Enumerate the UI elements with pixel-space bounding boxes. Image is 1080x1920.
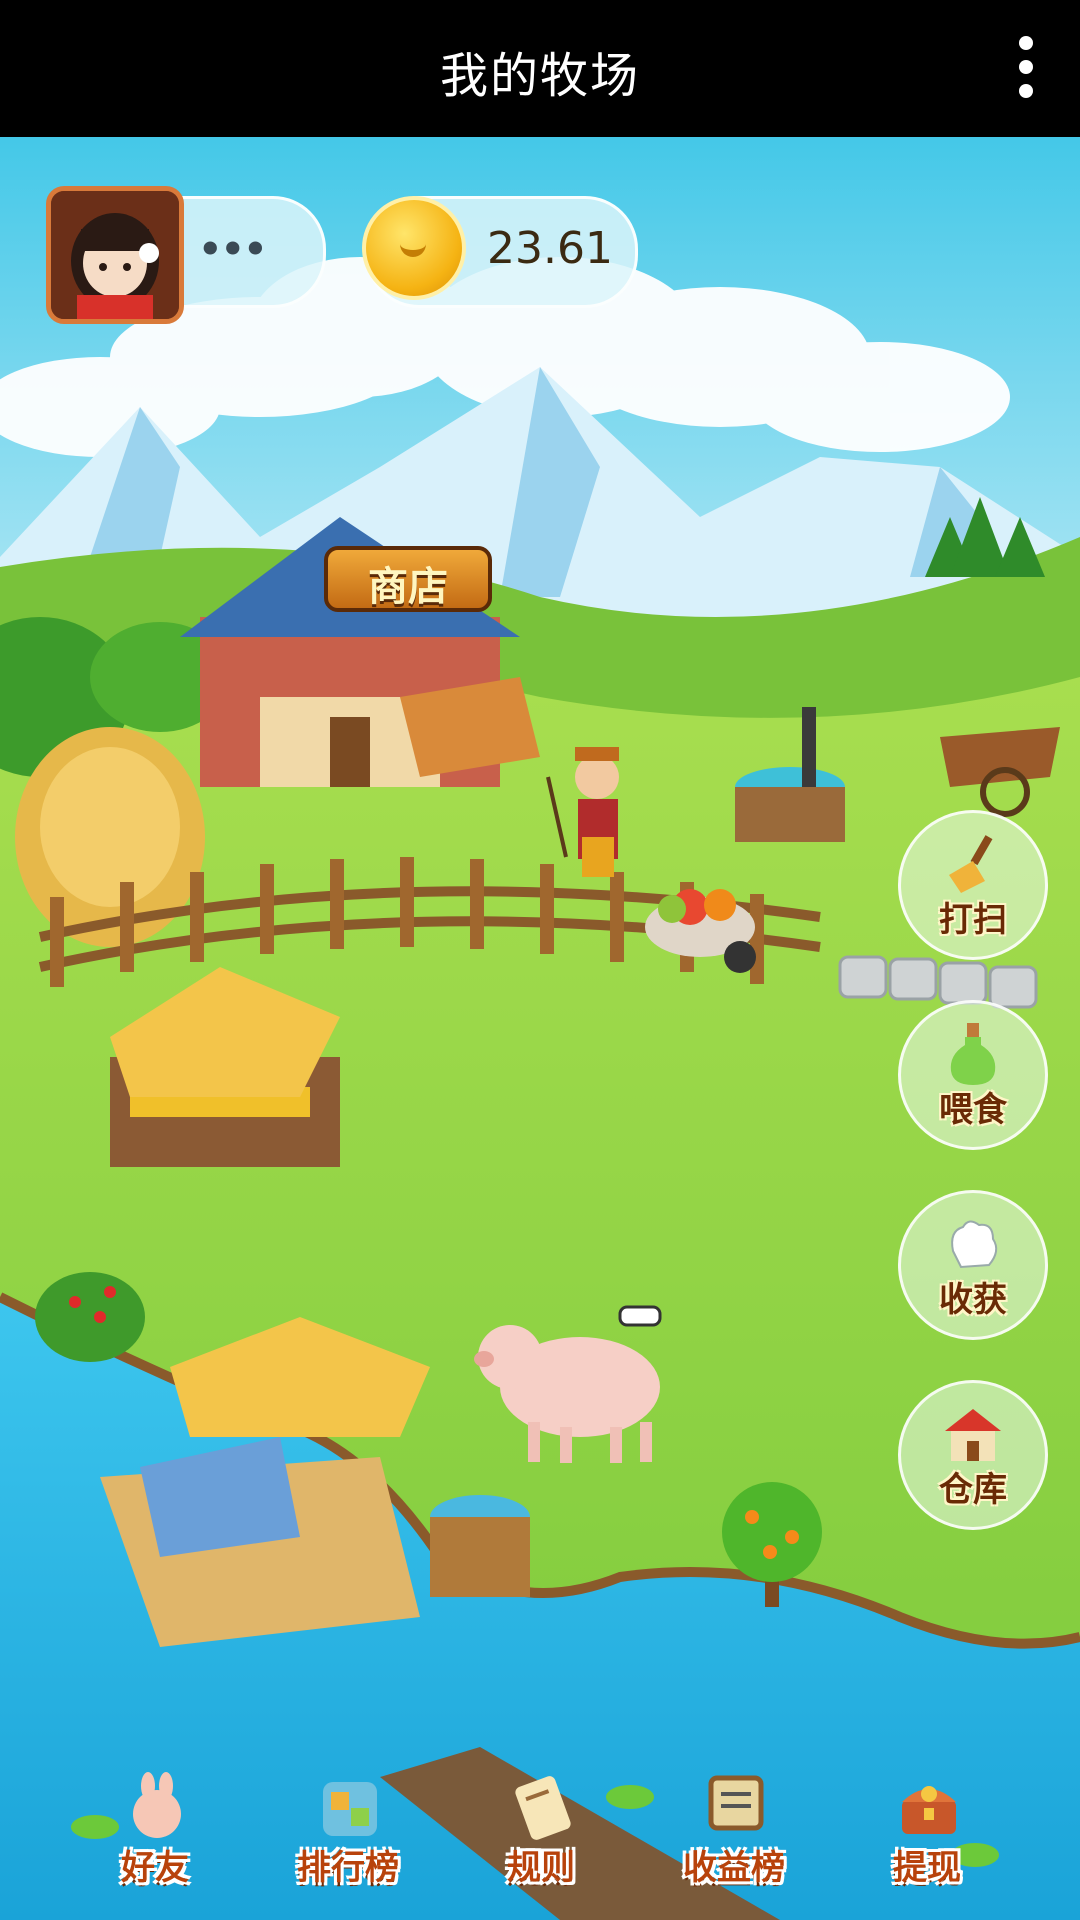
treasure-chest-icon [902,1786,956,1834]
coin-amount: 23.61 [487,223,613,274]
shop-button[interactable]: 商店 [324,546,492,612]
user-name: ꔷꔷꔷ [201,227,269,271]
scroll-rules-icon [515,1776,571,1840]
bunny-friends-icon [133,1772,181,1838]
title-bar: 我的牧场 [0,0,1080,137]
clean-button[interactable]: 打扫 [898,810,1048,960]
feed-label: 喂食 [939,1090,1007,1130]
nav-withdraw[interactable]: 提现 [852,1772,1002,1892]
warehouse-label: 仓库 [939,1470,1007,1510]
warehouse-button[interactable]: 仓库 [898,1380,1048,1530]
nav-rules[interactable]: 规则 [466,1772,616,1892]
harvest-button[interactable]: 收获 [898,1190,1048,1340]
girl-avatar-icon[interactable] [46,186,184,324]
shop-label: 商店 [368,564,448,610]
more-vertical-icon[interactable] [1006,36,1046,102]
potion-bottle-icon [950,1023,996,1085]
barn-icon [945,1409,1001,1461]
earnings-board-icon [708,1775,764,1831]
gold-coin-icon [362,196,466,300]
water-barrel [430,1495,530,1597]
clean-label: 打扫 [939,900,1007,940]
glove-hand-icon [951,1220,998,1269]
nav-leaderboard[interactable]: 排行榜 [273,1772,423,1892]
nav-friends-label: 好友 [121,1848,189,1888]
speech-bubble-icon [618,1305,662,1327]
leaderboard-icon [323,1782,377,1836]
nav-earnings-board[interactable]: 收益榜 [659,1772,809,1892]
nav-rules-label: 规则 [507,1848,575,1888]
broom-icon [949,835,993,893]
nav-earnings-board-label: 收益榜 [683,1848,785,1888]
flower-bush [35,1272,145,1362]
nav-friends[interactable]: 好友 [80,1772,230,1892]
feed-button[interactable]: 喂食 [898,1000,1048,1150]
page-title: 我的牧场 [439,48,640,104]
nav-withdraw-label: 提现 [893,1848,961,1888]
nav-leaderboard-label: 排行榜 [297,1848,399,1888]
farm-app: 我的牧场 ꔷꔷꔷ 23.61 商店 打扫 喂食 收获 仓库 好友 排行榜 规则 … [0,0,1080,1920]
harvest-label: 收获 [939,1280,1007,1320]
